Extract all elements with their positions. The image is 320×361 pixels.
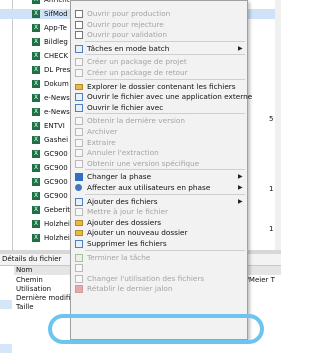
menu-item-ouvrir-le-fichier-avec[interactable]: Ouvrir le fichier avec: [71, 102, 247, 114]
menu-item-creer-un-package-de-retour: Créer un package de retour: [71, 67, 247, 79]
excel-file-icon: X: [32, 220, 40, 228]
excel-file-icon: X: [32, 136, 40, 144]
menu-item-label: Obtenir une version spécifique: [87, 158, 200, 168]
excel-file-icon: X: [32, 38, 40, 46]
menu-separator: [85, 193, 245, 195]
file-name: e-News: [44, 94, 70, 102]
file-name: Dokum: [44, 80, 69, 88]
excel-file-icon: X: [32, 52, 40, 60]
context-menu: Ouvrir pour production Ouvrir pour reject…: [70, 0, 252, 340]
detail-label-modified: Dernière modific: [16, 294, 75, 302]
file-name: Geberit: [44, 206, 71, 214]
file-name: Holzhei: [44, 234, 70, 242]
excel-file-icon: X: [32, 178, 40, 186]
menu-item-taches-en-mode-batch[interactable]: Tâches en mode batch ▶: [71, 43, 247, 55]
excel-file-icon: X: [32, 108, 40, 116]
menu-item-label: Tâches en mode batch: [87, 43, 170, 53]
column-header-name[interactable]: Nom: [16, 266, 32, 275]
submenu-arrow-icon: ▶: [238, 184, 243, 191]
doc-icon: [75, 20, 83, 29]
folder-icon: [75, 83, 83, 90]
menu-item-supprimer-les-fichiers[interactable]: Supprimer les fichiers: [71, 238, 247, 250]
excel-file-icon: X: [32, 80, 40, 88]
menu-separator: [85, 249, 245, 251]
tab-file-details[interactable]: Détails du fichier: [2, 255, 61, 263]
file-size-value: 1: [269, 185, 274, 193]
archive-icon: [75, 128, 83, 136]
update-icon: [75, 208, 83, 217]
highlight-annotation: [48, 314, 264, 344]
new-folder-icon: [75, 230, 83, 237]
file-size-value: 5: [269, 115, 274, 123]
menu-item-label: Rétablir le dernier jalon: [87, 284, 173, 294]
excel-file-icon: X: [32, 192, 40, 200]
menu-item-label: Ouvrir pour validation: [87, 30, 167, 40]
file-name: Holzhei: [44, 220, 70, 228]
menu-item-affecter-aux-utilisateurs-en-phase[interactable]: Affecter aux utilisateurs en phase ▶: [71, 182, 247, 194]
excel-file-icon: X: [32, 164, 40, 172]
row-selection-strip: [0, 300, 12, 309]
file-name: Bildleg: [44, 38, 68, 46]
external-app-icon: [75, 93, 83, 102]
excel-file-icon: X: [32, 66, 40, 74]
batch-icon: [75, 44, 83, 53]
file-name: SifMod: [44, 10, 68, 18]
menu-item-label: Ouvrir le fichier avec: [87, 102, 164, 112]
menu-item-label: Créer un package de retour: [87, 68, 188, 77]
menu-item-ouvrir-pour-validation: Ouvrir pour validation: [71, 29, 247, 41]
submenu-arrow-icon: ▶: [238, 44, 243, 52]
version-icon: [75, 117, 83, 126]
package-icon: [75, 58, 83, 67]
excel-file-icon: X: [32, 0, 40, 4]
menu-separator: [85, 113, 245, 115]
delete-icon: [75, 240, 83, 248]
file-name: e-News: [44, 108, 70, 116]
file-name: GC900: [44, 178, 68, 186]
menu-separator: [85, 40, 245, 42]
excel-file-icon: X: [32, 150, 40, 158]
file-name: GC900: [44, 164, 68, 172]
row-selection-strip: [0, 344, 12, 353]
menu-separator: [85, 169, 245, 171]
file-size-value: 1: [269, 225, 274, 233]
open-with-icon: [75, 103, 83, 112]
file-name: Gashei: [44, 136, 69, 144]
menu-separator: [85, 78, 245, 80]
menu-item-label: Supprimer les fichiers: [87, 239, 167, 248]
doc-icon: [75, 31, 83, 40]
excel-file-icon: X: [32, 206, 40, 214]
file-list-scrollbar[interactable]: [275, 0, 281, 250]
excel-file-icon: X: [32, 94, 40, 102]
task-icon: [75, 264, 83, 273]
excel-file-icon: X: [32, 122, 40, 130]
phase-icon: [75, 173, 83, 182]
finish-icon: [75, 253, 83, 262]
file-name: GC900: [44, 192, 68, 200]
undo-icon: [75, 149, 83, 158]
usage-icon: [75, 274, 83, 283]
menu-separator: [85, 54, 245, 56]
file-name: CHECK: [44, 52, 69, 60]
detail-label-usage: Utilisation: [16, 285, 52, 293]
add-folder-icon: [75, 219, 83, 226]
excel-file-icon: X: [32, 10, 40, 18]
extract-icon: [75, 138, 83, 147]
menu-item-retablir-le-dernier-jalon: Rétablir le dernier jalon: [71, 283, 247, 295]
file-name: App-Te: [44, 24, 67, 32]
add-files-icon: [75, 197, 83, 206]
excel-file-icon: X: [32, 234, 40, 242]
detail-label-path: Chemin: [16, 276, 43, 284]
doc-icon: [75, 10, 83, 18]
milestone-icon: [75, 285, 83, 294]
users-icon: [75, 184, 82, 191]
menu-item-label: Affecter aux utilisateurs en phase: [87, 183, 211, 192]
file-name: GC900: [44, 150, 68, 158]
version-icon: [75, 159, 83, 168]
excel-file-icon: X: [32, 24, 40, 32]
menu-item-obtenir-une-version-specifique: Obtenir une version spécifique: [71, 158, 247, 170]
package-icon: [75, 69, 83, 77]
file-name: ENTVI: [44, 122, 65, 130]
detail-label-size: Taille: [16, 303, 34, 311]
file-name: DL Pres: [44, 66, 71, 74]
